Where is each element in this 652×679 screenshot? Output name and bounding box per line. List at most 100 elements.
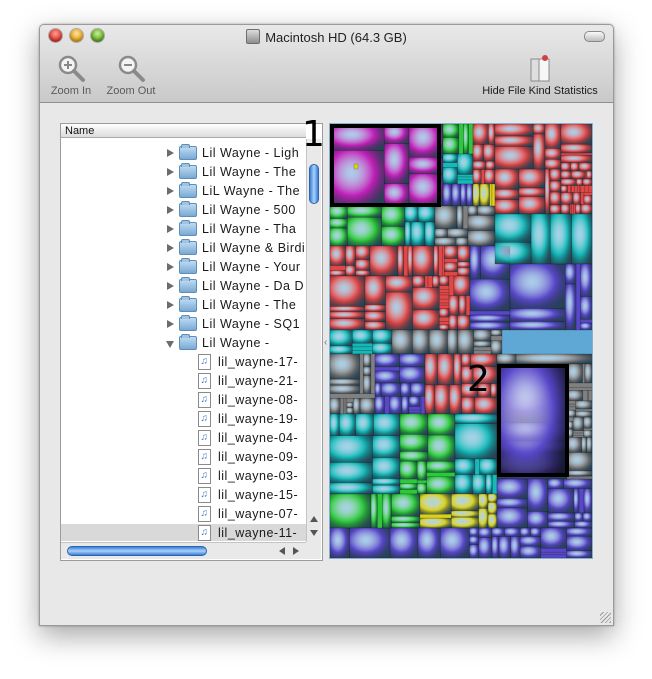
treemap-cell[interactable] — [434, 205, 458, 230]
treemap-cell[interactable] — [549, 204, 562, 215]
treemap-cell[interactable] — [330, 384, 361, 394]
treemap-cell[interactable] — [408, 409, 421, 413]
horizontal-scrollbar[interactable] — [61, 542, 306, 559]
treemap-cell[interactable] — [477, 205, 496, 216]
treemap-cell[interactable] — [355, 413, 374, 437]
treemap-cell[interactable] — [389, 396, 402, 415]
treemap-cell[interactable] — [352, 398, 361, 415]
treemap-cell[interactable] — [469, 527, 480, 537]
treemap-cell[interactable] — [580, 185, 586, 193]
zoom-in-button[interactable]: Zoom In — [46, 53, 96, 97]
disclosure-closed-icon[interactable] — [167, 225, 174, 233]
treemap-cell[interactable] — [382, 493, 392, 529]
treemap-cell[interactable] — [417, 527, 441, 558]
treemap-cell[interactable] — [457, 176, 474, 181]
treemap-cell[interactable] — [339, 398, 344, 415]
treemap-cell[interactable] — [439, 304, 450, 309]
treemap-cell[interactable] — [467, 230, 496, 247]
file-row[interactable]: ♫ lil_wayne-04- — [61, 429, 306, 448]
treemap-cell[interactable] — [573, 488, 580, 514]
treemap-cell[interactable] — [364, 311, 386, 322]
treemap-cell[interactable] — [492, 474, 498, 495]
treemap-cell[interactable] — [444, 245, 458, 259]
treemap-cell[interactable] — [420, 396, 426, 415]
treemap-cell[interactable] — [566, 363, 583, 384]
treemap-cell[interactable] — [370, 493, 378, 529]
treemap-cell[interactable] — [530, 527, 542, 537]
treemap-cell[interactable] — [451, 510, 479, 518]
zoom-out-button[interactable]: Zoom Out — [100, 53, 162, 97]
treemap-cell[interactable] — [582, 390, 588, 402]
treemap-cell[interactable] — [352, 346, 373, 351]
treemap-cell[interactable] — [574, 185, 579, 193]
treemap-cell[interactable] — [373, 413, 401, 437]
treemap-cell[interactable] — [563, 478, 592, 490]
scroll-left-arrow-icon[interactable] — [279, 547, 285, 555]
treemap-cell[interactable] — [518, 187, 546, 197]
treemap-cell[interactable] — [439, 275, 450, 286]
treemap-cell[interactable] — [370, 353, 376, 394]
treemap-cell[interactable] — [560, 152, 592, 156]
treemap-cell[interactable] — [572, 416, 584, 432]
treemap-cell[interactable] — [588, 390, 592, 402]
treemap-cell[interactable] — [540, 527, 567, 549]
treemap-cell[interactable] — [442, 167, 458, 185]
treemap-cell[interactable] — [457, 153, 474, 175]
treemap-cell[interactable] — [426, 476, 456, 495]
treemap-cell[interactable] — [355, 259, 371, 271]
scroll-right-arrow-icon[interactable] — [293, 547, 299, 555]
treemap-cell[interactable] — [427, 275, 433, 288]
treemap-cell[interactable] — [330, 435, 373, 463]
treemap-cell[interactable] — [408, 396, 421, 407]
treemap-cell[interactable] — [424, 221, 436, 247]
treemap-cell[interactable] — [532, 124, 546, 135]
treemap-cell[interactable] — [451, 516, 479, 529]
treemap-cell[interactable] — [519, 545, 542, 558]
treemap-cell[interactable] — [330, 275, 366, 307]
treemap-cell[interactable] — [384, 183, 410, 207]
treemap-cell[interactable] — [487, 513, 498, 529]
treemap-cell[interactable] — [369, 245, 398, 277]
treemap-cell[interactable] — [359, 398, 376, 415]
treemap-cell[interactable] — [518, 168, 546, 189]
treemap-cell[interactable] — [399, 478, 418, 484]
treemap-cell[interactable] — [374, 370, 400, 384]
treemap-cell[interactable] — [428, 329, 448, 355]
treemap-cell[interactable] — [472, 183, 481, 207]
treemap-cell[interactable] — [571, 213, 592, 265]
treemap-cell[interactable] — [547, 512, 575, 522]
treemap-cell[interactable] — [457, 315, 471, 331]
treemap-cell[interactable] — [374, 366, 400, 372]
treemap-cell[interactable] — [478, 527, 493, 538]
treemap-cell[interactable] — [397, 245, 405, 277]
treemap-cell[interactable] — [427, 434, 456, 462]
treemap-cell[interactable] — [491, 536, 500, 558]
treemap-cell[interactable] — [442, 124, 460, 138]
treemap-cell[interactable] — [434, 228, 448, 238]
treemap-cell[interactable] — [496, 507, 528, 529]
folder-row[interactable]: Lil Wayne - — [61, 334, 306, 353]
treemap-cell[interactable] — [572, 430, 584, 434]
treemap-cell[interactable] — [586, 170, 592, 180]
treemap-cell[interactable] — [494, 242, 532, 265]
treemap-cell[interactable] — [447, 329, 459, 355]
file-row[interactable]: ♫ lil_wayne-15- — [61, 486, 306, 505]
treemap-cell[interactable] — [330, 353, 361, 380]
treemap-cell[interactable] — [442, 153, 458, 163]
treemap-cell[interactable] — [588, 185, 592, 193]
treemap-cell[interactable] — [580, 192, 585, 205]
treemap-cell[interactable] — [519, 527, 531, 537]
treemap-cell[interactable] — [487, 493, 498, 503]
treemap-cell[interactable] — [509, 308, 566, 322]
treemap-cell[interactable] — [439, 324, 450, 331]
treemap-cell[interactable] — [444, 258, 458, 263]
treemap-cell[interactable] — [457, 261, 471, 268]
treemap-cell[interactable] — [473, 346, 492, 351]
treemap-cell[interactable] — [496, 478, 528, 499]
folder-row[interactable]: Lil Wayne - 500 — [61, 201, 306, 220]
largest-file-cell[interactable] — [498, 365, 566, 475]
treemap-cell[interactable] — [399, 434, 429, 452]
treemap-cell[interactable] — [426, 472, 456, 478]
toolbar-toggle-button[interactable] — [584, 31, 605, 42]
treemap-cell[interactable] — [468, 124, 474, 155]
